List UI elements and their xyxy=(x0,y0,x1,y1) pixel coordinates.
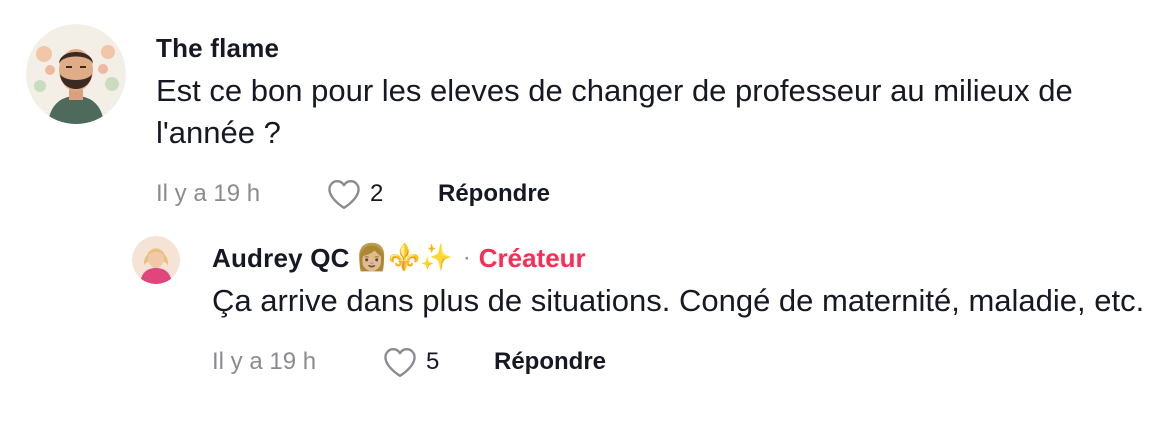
like-count: 2 xyxy=(370,180,384,207)
comment-body: The flame Est ce bon pour les eleves de … xyxy=(156,30,1146,212)
timestamp: Il y a 19 h xyxy=(156,180,261,207)
username-emojis: 👩🏼⚜️✨ xyxy=(355,243,453,273)
like-count: 5 xyxy=(426,348,440,375)
reply-text: Ça arrive dans plus de situations. Congé… xyxy=(212,283,1145,318)
heart-outline-icon xyxy=(384,348,416,377)
username[interactable]: The flame xyxy=(156,33,279,64)
reply-button[interactable]: Répondre xyxy=(438,180,550,208)
username[interactable]: Audrey QC xyxy=(212,243,350,274)
reply-meta: Il y a 19 h 5 Répondre xyxy=(212,344,1152,380)
avatar[interactable] xyxy=(26,24,126,124)
comment-header: The flame xyxy=(156,30,1146,66)
reply-header: Audrey QC 👩🏼⚜️✨ · Créateur xyxy=(212,240,1152,276)
comment-meta: Il y a 19 h 2 Répondre xyxy=(156,176,1146,212)
heart-outline-icon xyxy=(328,180,360,209)
avatar[interactable] xyxy=(132,236,180,284)
comment-text: Est ce bon pour les eleves de changer de… xyxy=(156,73,1073,150)
like-button[interactable]: 2 xyxy=(326,178,438,210)
reply-button[interactable]: Répondre xyxy=(494,348,606,376)
separator-dot: · xyxy=(462,244,471,271)
creator-badge: Créateur xyxy=(478,242,586,273)
reply-body: Audrey QC 👩🏼⚜️✨ · Créateur Ça arrive dan… xyxy=(212,240,1152,380)
timestamp: Il y a 19 h xyxy=(212,348,317,375)
like-button[interactable]: 5 xyxy=(382,346,494,378)
